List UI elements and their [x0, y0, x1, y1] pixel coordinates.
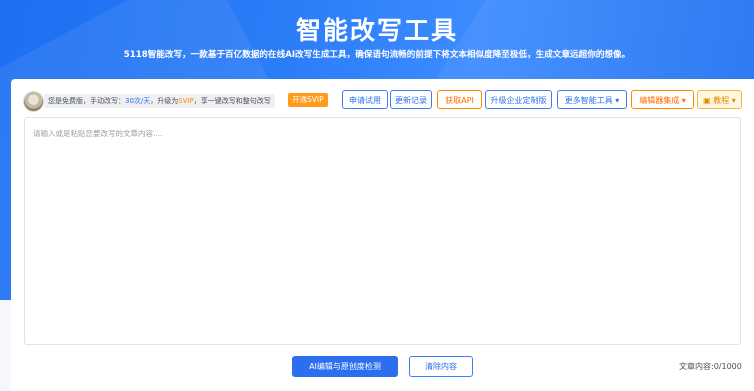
- open-svip-button[interactable]: 开通SVIP: [288, 93, 328, 107]
- page-subtitle: 5118智能改写，一款基于百亿数据的在线AI改写生成工具，确保语句流畅的前提下将…: [123, 50, 631, 60]
- get-api-button[interactable]: 获取API: [437, 90, 482, 109]
- char-count: 文章内容:0/1000: [679, 362, 742, 371]
- enterprise-upgrade-button[interactable]: 升级企业定制版: [485, 90, 552, 109]
- ai-edit-check-button[interactable]: AI编辑与原创度检测: [292, 356, 398, 377]
- notice-vip: SVIP: [178, 97, 194, 105]
- article-editor: [24, 117, 741, 345]
- notice-prefix: 您是免费版，手动改写：: [48, 97, 125, 105]
- avatar[interactable]: [23, 91, 44, 112]
- notice-suffix: ，享一键改写和整句改写: [193, 97, 271, 105]
- article-input[interactable]: [25, 118, 740, 344]
- editor-card: 您是免费版，手动改写：30次/天，升级为SVIP，享一键改写和整句改写 开通SV…: [11, 79, 754, 391]
- page-title: 智能改写工具: [295, 16, 458, 45]
- notice-quota: 30次/天: [125, 97, 151, 105]
- tutorial-dropdown[interactable]: ▣ 教程: [697, 90, 742, 109]
- editor-integration-label: 编辑器集成: [639, 96, 680, 105]
- notice-mid: ，升级为: [150, 97, 179, 105]
- more-tools-dropdown[interactable]: 更多智能工具: [557, 90, 627, 109]
- apply-trial-button[interactable]: 申请试用: [342, 90, 388, 109]
- editor-integration-dropdown[interactable]: 编辑器集成: [631, 90, 694, 109]
- changelog-button[interactable]: 更新记录: [390, 90, 432, 109]
- plan-notice: 您是免费版，手动改写：30次/天，升级为SVIP，享一键改写和整句改写: [44, 94, 275, 108]
- more-tools-label: 更多智能工具: [564, 96, 613, 105]
- book-icon: ▣: [703, 96, 711, 105]
- tutorial-label: 教程: [713, 96, 730, 105]
- clear-content-button[interactable]: 清除内容: [409, 356, 473, 377]
